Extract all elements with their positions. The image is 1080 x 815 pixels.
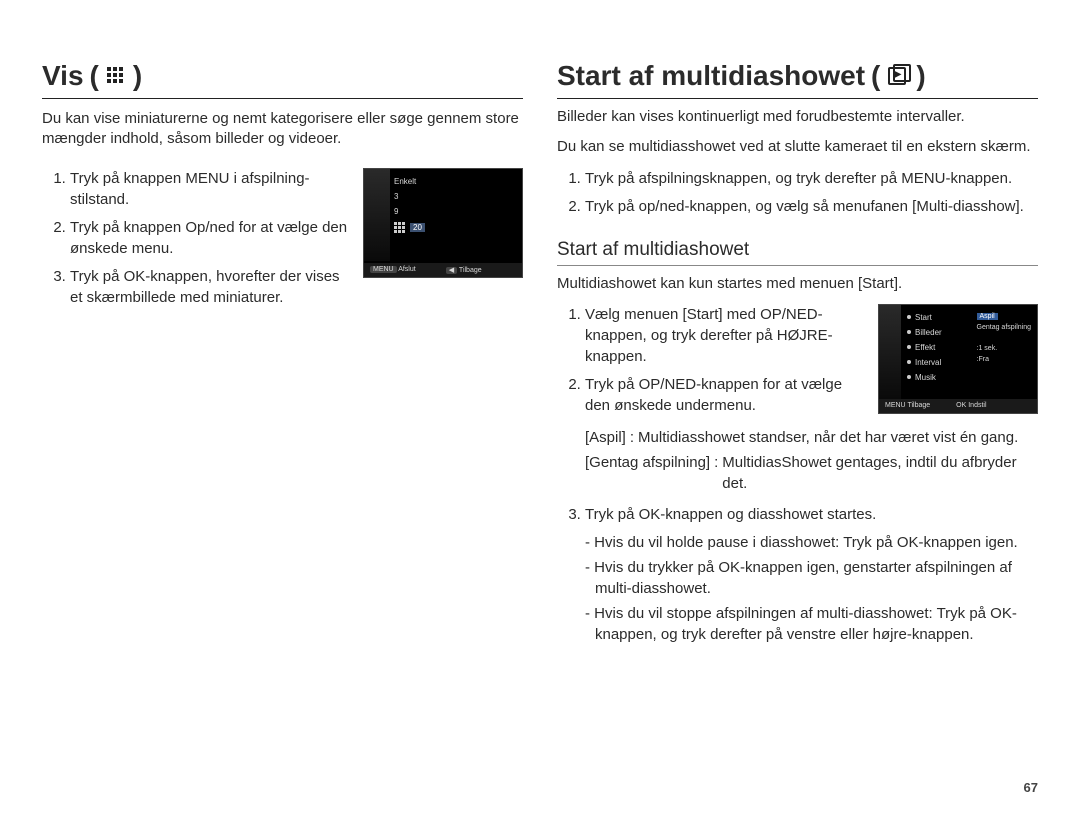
- menu-item-label: Enkelt: [394, 177, 416, 186]
- display-menu: Enkelt 3 9 20: [394, 177, 425, 240]
- list-item: Tryk på knappen MENU i afspilning-stilst…: [70, 168, 349, 210]
- definition-term: [Gentag afspilning]: [585, 452, 710, 494]
- step3-list: Tryk på OK-knappen og diasshowet startes…: [557, 504, 1038, 525]
- vis-steps-and-display: Tryk på knappen MENU i afspilning-stilst…: [42, 168, 523, 315]
- notes-list: - Hvis du vil holde pause i diasshowet: …: [585, 532, 1038, 645]
- slideshow-intro1: Billeder kan vises kontinuerligt med for…: [557, 107, 1038, 127]
- note-item: - Hvis du trykker på OK-knappen igen, ge…: [585, 557, 1038, 599]
- heading-vis: Vis ( ): [42, 60, 523, 99]
- vis-steps: Tryk på knappen MENU i afspilning-stilst…: [42, 168, 349, 315]
- display-footer: MENU Afslut ◀ Tilbage: [364, 263, 522, 277]
- menu-option-selected: Aspil: [977, 313, 998, 320]
- camera-display-thumbnails: Enkelt 3 9 20 MENU Afslut ◀ Tilbage: [363, 168, 523, 278]
- list-item: Tryk på afspilningsknappen, og tryk dere…: [585, 168, 1038, 189]
- slideshow-icon: [886, 65, 910, 87]
- menu-item-label: 9: [394, 207, 398, 216]
- display-footer: MENU Tilbage OK Indstil: [879, 399, 1037, 413]
- slideshow-intro2: Du kan se multidiasshowet ved at slutte …: [557, 137, 1038, 157]
- page-number: 67: [1024, 780, 1038, 795]
- back-chip: ◀: [446, 267, 457, 274]
- definition-desc: Multidiasshowet standser, når det har væ…: [638, 427, 1038, 448]
- substeps-block: Vælg menuen [Start] med OP/NED-knappen, …: [557, 304, 864, 423]
- sub-intro: Multidiashowet kan kun startes med menue…: [557, 274, 1038, 294]
- footer-label: Tilbage: [907, 402, 930, 409]
- substeps-and-display: Vælg menuen [Start] med OP/NED-knappen, …: [557, 304, 1038, 423]
- menu-item-label: Billeder: [915, 328, 942, 337]
- list-item: Tryk på knappen Op/ned for at vælge den …: [70, 217, 349, 259]
- manual-page: Vis ( ) Du kan vise miniaturerne og nemt…: [0, 0, 1080, 815]
- list-item: Tryk på op/ned-knappen, og vælg så menuf…: [585, 196, 1038, 217]
- camera-display-slideshow: Start Billeder Effekt Interval Musik Asp…: [878, 304, 1038, 414]
- display-sidebar: [364, 169, 390, 261]
- menu-option: :1 sek.: [977, 345, 1031, 352]
- menu-item-label: Musik: [915, 373, 936, 382]
- definition-term: [Aspil]: [585, 427, 626, 448]
- menu-item-label: 20: [410, 223, 425, 232]
- definition-desc: MultidiasShowet gentages, indtil du afbr…: [722, 452, 1038, 494]
- display-sidebar: [879, 305, 901, 399]
- footer-label: Indstil: [968, 402, 986, 409]
- menu-item-label: 3: [394, 192, 398, 201]
- list-item: Vælg menuen [Start] med OP/NED-knappen, …: [585, 304, 864, 367]
- heading-vis-text: Vis: [42, 60, 84, 92]
- thumbnail-grid-icon: [105, 65, 127, 87]
- menu-chip: MENU: [885, 402, 906, 409]
- menu-item-label: Start: [915, 313, 932, 322]
- heading-slideshow-text: Start af multidiashowet: [557, 60, 865, 92]
- subheading-start-slideshow: Start af multidiashowet: [557, 239, 1038, 266]
- left-column: Vis ( ) Du kan vise miniaturerne og nemt…: [42, 60, 523, 815]
- menu-option: :Fra: [977, 356, 1031, 363]
- footer-label: Afslut: [398, 266, 416, 273]
- menu-item-label: Effekt: [915, 343, 935, 352]
- footer-label: Tilbage: [459, 267, 482, 274]
- grid-icon: [394, 222, 406, 234]
- list-item: Tryk på OK-knappen, hvorefter der vises …: [70, 266, 349, 308]
- list-item: Tryk på OK-knappen og diasshowet startes…: [585, 504, 1038, 525]
- menu-item-label: Interval: [915, 358, 941, 367]
- display-menu-col: Start Billeder Effekt Interval Musik: [907, 313, 942, 388]
- vis-intro: Du kan vise miniaturerne og nemt kategor…: [42, 109, 523, 150]
- note-item: - Hvis du vil holde pause i diasshowet: …: [585, 532, 1038, 553]
- definition-gentag: [Gentag afspilning] : MultidiasShowet ge…: [585, 452, 1038, 494]
- definition-aspil: [Aspil] : Multidiasshowet standser, når …: [585, 427, 1038, 448]
- right-column: Start af multidiashowet ( ) Billeder kan…: [557, 60, 1038, 815]
- slideshow-setup-steps: Tryk på afspilningsknappen, og tryk dere…: [557, 168, 1038, 217]
- heading-slideshow: Start af multidiashowet ( ): [557, 60, 1038, 99]
- menu-chip: MENU: [370, 266, 397, 273]
- note-item: - Hvis du vil stoppe afspilningen af mul…: [585, 603, 1038, 645]
- ok-chip: OK: [956, 402, 966, 409]
- menu-option: Gentag afspilning: [977, 324, 1031, 331]
- display-right-col: Aspil Gentag afspilning :1 sek. :Fra: [977, 313, 1031, 367]
- start-steps: Vælg menuen [Start] med OP/NED-knappen, …: [557, 304, 864, 416]
- list-item: Tryk på OP/NED-knappen for at vælge den …: [585, 374, 864, 416]
